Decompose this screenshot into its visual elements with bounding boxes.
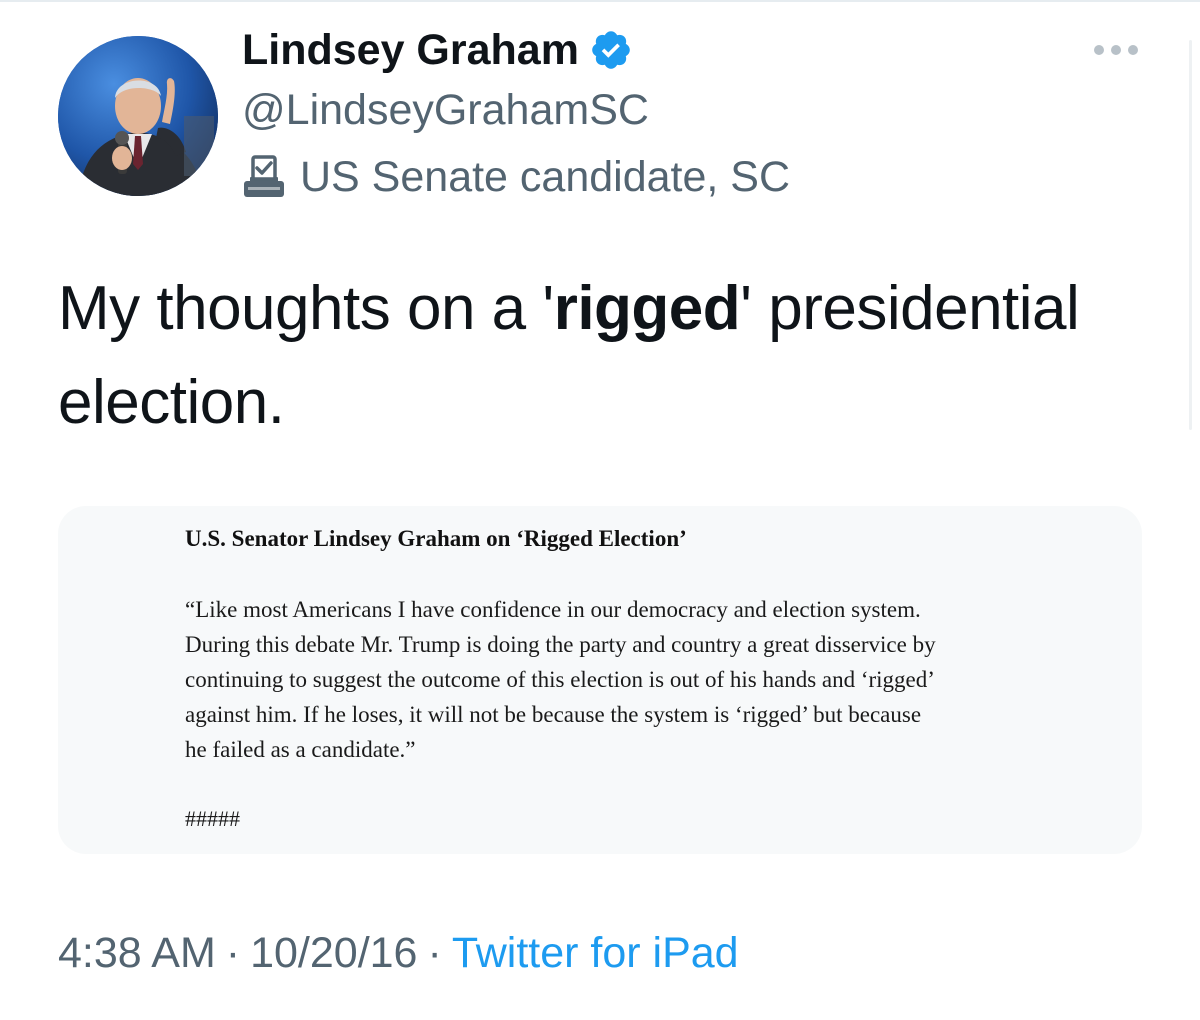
verified-badge-icon bbox=[589, 28, 633, 72]
more-options-icon[interactable] bbox=[1094, 40, 1138, 60]
tweet-text-before: My thoughts on a ' bbox=[58, 274, 554, 343]
tweet-metadata: 4:38 AM · 10/20/16 · Twitter for iPad bbox=[58, 926, 739, 980]
author-label: US Senate candidate, SC bbox=[240, 150, 790, 204]
statement-line: he failed as a candidate.” bbox=[185, 737, 416, 762]
top-divider bbox=[0, 0, 1200, 2]
statement-line: against him. If he loses, it will not be… bbox=[185, 702, 922, 727]
tweet-time[interactable]: 4:38 AM bbox=[58, 929, 216, 977]
scrollbar[interactable] bbox=[1189, 40, 1192, 430]
tweet-text-bold: rigged bbox=[553, 274, 741, 343]
tweet-source-link[interactable]: Twitter for iPad bbox=[452, 929, 739, 977]
author-display-name[interactable]: Lindsey Graham bbox=[242, 24, 579, 76]
statement-body: “Like most Americans I have confidence i… bbox=[185, 592, 1045, 767]
author-label-text: US Senate candidate, SC bbox=[300, 152, 791, 201]
statement-title: U.S. Senator Lindsey Graham on ‘Rigged E… bbox=[185, 526, 687, 551]
statement-line: During this debate Mr. Trump is doing th… bbox=[185, 632, 936, 657]
separator: · bbox=[225, 929, 241, 977]
statement-end-mark: ##### bbox=[185, 806, 240, 831]
avatar[interactable] bbox=[58, 36, 218, 196]
statement-image[interactable]: U.S. Senator Lindsey Graham on ‘Rigged E… bbox=[58, 506, 1142, 854]
tweet-text: My thoughts on a 'rigged' presidential e… bbox=[58, 262, 1168, 450]
author-handle[interactable]: @LindseyGrahamSC bbox=[242, 84, 649, 136]
separator: · bbox=[427, 929, 442, 977]
statement-line: “Like most Americans I have confidence i… bbox=[185, 597, 921, 622]
author-name-row[interactable]: Lindsey Graham bbox=[242, 24, 633, 76]
tweet-date[interactable]: 10/20/16 bbox=[250, 929, 417, 977]
statement-line: continuing to suggest the outcome of thi… bbox=[185, 667, 935, 692]
ballot-box-icon bbox=[240, 153, 288, 201]
